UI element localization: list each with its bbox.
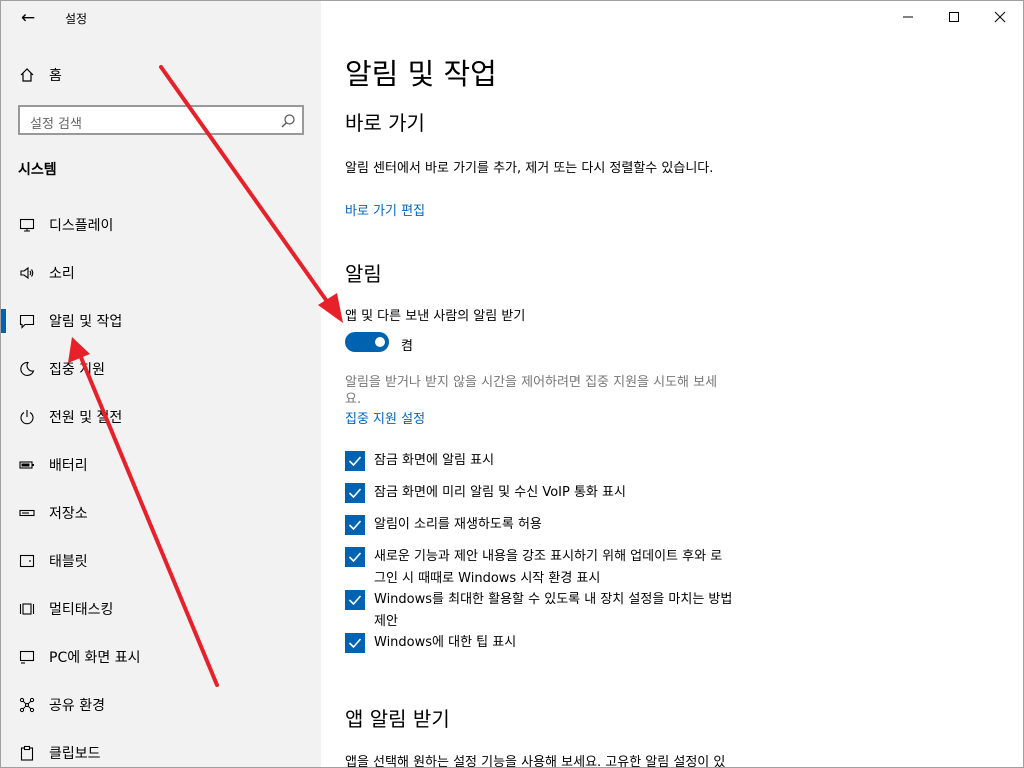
quick-actions-heading: 바로 가기 [345,111,425,135]
checkbox-checked[interactable] [345,590,365,610]
checkbox-row[interactable]: 새로운 기능과 제안 내용을 강조 표시하기 위해 업데이트 후와 로 그인 시… [345,547,804,590]
sidebar-item-label: 집중 지원 [49,362,105,378]
battery-icon [17,455,37,475]
sidebar-item-battery[interactable]: 배터리 [1,441,321,489]
sidebar-item-multitasking[interactable]: 멀티태스킹 [1,585,321,633]
main-content: 알림 및 작업 바로 가기 알림 센터에서 바로 가기를 추가, 제거 또는 다… [321,1,1023,767]
app-notifications-description: 앱을 선택해 원하는 설정 기능을 사용해 보세요. 고유한 알림 설정이 있 [345,755,726,768]
settings-window: ← 설정 홈 설정 검색 시스템 디스플레이 소리 알림 및 작업 집중 지원 … [0,0,1024,768]
sidebar-item-focus-assist[interactable]: 집중 지원 [1,345,321,393]
focus-hint-line1: 알림을 받거나 받지 않을 시간을 제어하려면 집중 지원을 시도해 보세 [345,375,718,390]
window-controls [885,1,1023,33]
checkbox-label: 잠금 화면에 알림 표시 [374,453,495,468]
sidebar-item-sound[interactable]: 소리 [1,249,321,297]
checkbox-row[interactable]: Windows에 대한 팁 표시 [345,633,804,654]
home-icon [17,67,37,83]
sidebar-item-label: 디스플레이 [49,218,114,234]
sidebar-item-shared-experiences[interactable]: 공유 환경 [1,681,321,729]
sidebar-item-label: PC에 화면 표시 [49,650,141,666]
checkbox-label: 새로운 기능과 제안 내용을 강조 표시하기 위해 업데이트 후와 로 그인 시… [374,549,723,586]
clipboard-icon [17,743,37,763]
storage-icon [17,503,37,523]
window-title: 설정 [65,12,88,26]
checkbox-checked[interactable] [345,633,365,653]
checkmark-icon [348,456,362,467]
checkmark-icon [348,552,362,563]
checkbox-label: 잠금 화면에 미리 알림 및 수신 VoIP 통화 표시 [374,485,626,500]
sidebar-item-label: 소리 [49,266,75,282]
checkbox-checked[interactable] [345,483,365,503]
app-notifications-heading: 앱 알림 받기 [345,707,450,731]
sidebar-item-clipboard[interactable]: 클립보드 [1,729,321,767]
search-placeholder: 설정 검색 [30,117,82,132]
minimize-button[interactable] [885,1,931,33]
page-title: 알림 및 작업 [345,57,497,91]
speaker-icon [17,263,37,283]
notifications-toggle-label: 앱 및 다른 보낸 사람의 알림 받기 [345,309,526,324]
sidebar-item-label: 저장소 [49,506,88,522]
checkbox-checked[interactable] [345,547,365,567]
checkbox-label: Windows에 대한 팁 표시 [374,635,517,650]
focus-assist-settings-link[interactable]: 집중 지원 설정 [345,408,425,427]
checkbox-row[interactable]: 잠금 화면에 알림 표시 [345,451,804,472]
moon-icon [17,359,37,379]
close-icon [994,11,1006,23]
monitor-icon [17,215,37,235]
multitasking-icon [17,599,37,619]
shared-experiences-icon [17,695,37,715]
sidebar-item-label: 공유 환경 [49,698,105,714]
search-input[interactable]: 설정 검색 [18,105,304,135]
checkbox-checked[interactable] [345,451,365,471]
sidebar-item-tablet[interactable]: 태블릿 [1,537,321,585]
checkbox-label: 알림이 소리를 재생하도록 허용 [374,517,542,532]
checkmark-icon [348,595,362,606]
checkmark-icon [348,638,362,649]
back-button[interactable]: ← [17,7,39,29]
quick-actions-description: 알림 센터에서 바로 가기를 추가, 제거 또는 다시 정렬할수 있습니다. [345,161,714,176]
checkbox-label: Windows를 최대한 활용할 수 있도록 내 장치 설정을 마치는 방법 제… [374,592,733,629]
sidebar: ← 설정 홈 설정 검색 시스템 디스플레이 소리 알림 및 작업 집중 지원 … [1,1,321,767]
checkmark-icon [348,488,362,499]
toggle-state-label: 켬 [401,339,413,354]
sidebar-item-label: 배터리 [49,458,88,474]
notifications-toggle[interactable] [345,332,389,352]
sidebar-item-label: 태블릿 [49,554,88,570]
checkmark-icon [348,520,362,531]
sidebar-item-storage[interactable]: 저장소 [1,489,321,537]
section-title: 시스템 [18,162,57,178]
checkbox-checked[interactable] [345,515,365,535]
nav-home-label: 홈 [49,68,62,84]
sidebar-item-label: 전원 및 절전 [49,410,123,426]
sidebar-item-projecting[interactable]: PC에 화면 표시 [1,633,321,681]
maximize-button[interactable] [931,1,977,33]
focus-hint-line2: 요. [345,392,362,407]
edit-quick-actions-link[interactable]: 바로 가기 편집 [345,200,425,219]
sidebar-item-notifications[interactable]: 알림 및 작업 [1,297,321,345]
checkbox-row[interactable]: 잠금 화면에 미리 알림 및 수신 VoIP 통화 표시 [345,483,804,504]
power-icon [17,407,37,427]
toggle-knob [375,337,385,347]
checkbox-row[interactable]: 알림이 소리를 재생하도록 허용 [345,515,804,536]
sidebar-item-label: 클립보드 [49,746,101,762]
notification-icon [17,311,37,331]
tablet-icon [17,551,37,571]
search-icon[interactable] [280,113,296,129]
minimize-icon [903,16,913,18]
nav-home[interactable]: 홈 [17,63,62,87]
notifications-heading: 알림 [345,262,382,286]
nav-list: 디스플레이 소리 알림 및 작업 집중 지원 전원 및 절전 배터리 저장소 태… [1,201,321,767]
maximize-icon [949,12,959,22]
sidebar-item-power-sleep[interactable]: 전원 및 절전 [1,393,321,441]
sidebar-item-label: 멀티태스킹 [49,602,114,618]
projecting-icon [17,647,37,667]
close-button[interactable] [977,1,1023,33]
sidebar-item-label: 알림 및 작업 [49,314,123,330]
checkbox-row[interactable]: Windows를 최대한 활용할 수 있도록 내 장치 설정을 마치는 방법 제… [345,590,804,633]
sidebar-item-display[interactable]: 디스플레이 [1,201,321,249]
